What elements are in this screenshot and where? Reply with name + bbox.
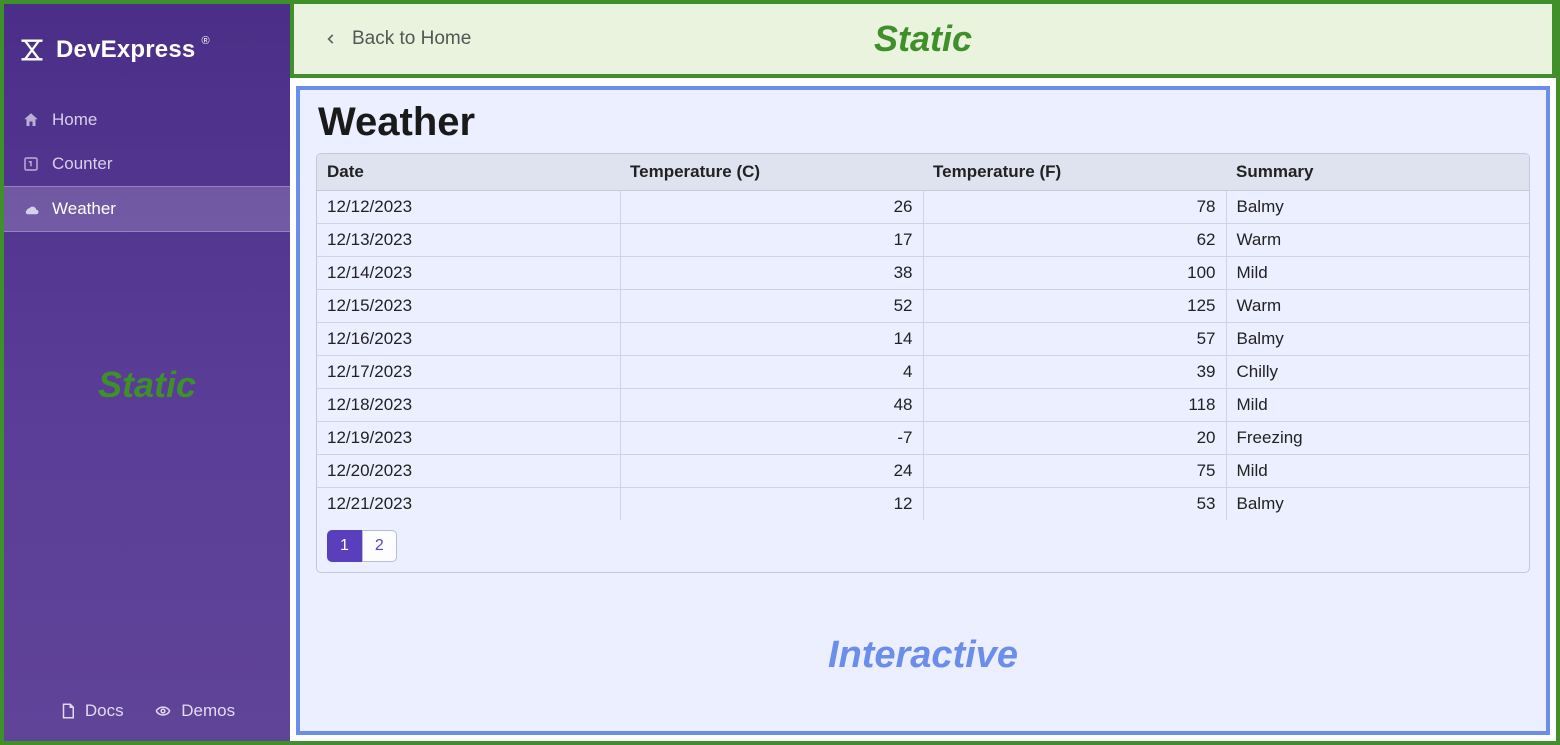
sidebar-bottom-links: Docs Demos [4, 701, 290, 721]
home-icon [22, 111, 40, 129]
cell-temp-f: 75 [923, 455, 1226, 488]
docs-link-label: Docs [85, 701, 124, 721]
demos-icon [153, 702, 173, 720]
sidebar-nav: Home Counter Weather [4, 98, 290, 232]
weather-icon [22, 200, 40, 218]
back-to-home-link[interactable]: Back to Home [324, 28, 471, 50]
pager: 12 [327, 530, 1529, 562]
cell-date: 12/12/2023 [317, 191, 620, 224]
table-row[interactable]: 12/12/20232678Balmy [317, 191, 1529, 224]
sidebar-item-label: Weather [52, 199, 116, 219]
cell-temp-f: 118 [923, 389, 1226, 422]
col-date[interactable]: Date [317, 154, 620, 191]
brand-registered-mark: ® [201, 35, 209, 47]
sidebar-item-label: Counter [52, 154, 112, 174]
counter-icon [22, 155, 40, 173]
cell-date: 12/20/2023 [317, 455, 620, 488]
cell-summary: Warm [1226, 290, 1529, 323]
main-panel: Weather Date Temperature (C) Temperature… [296, 86, 1550, 735]
sidebar: DevExpress ® Home Counter Weather [4, 4, 290, 741]
topbar-overlay-label: Static [294, 18, 1552, 60]
cell-temp-c: 17 [620, 224, 923, 257]
cell-summary: Balmy [1226, 488, 1529, 521]
cell-summary: Mild [1226, 389, 1529, 422]
cell-temp-f: 20 [923, 422, 1226, 455]
cell-temp-f: 78 [923, 191, 1226, 224]
topbar: Back to Home Static [290, 4, 1556, 78]
cell-temp-c: 4 [620, 356, 923, 389]
main-overlay-label: Interactive [300, 634, 1546, 677]
cell-date: 12/17/2023 [317, 356, 620, 389]
page-title: Weather [318, 100, 1530, 145]
cell-summary: Balmy [1226, 323, 1529, 356]
cell-summary: Chilly [1226, 356, 1529, 389]
cell-date: 12/21/2023 [317, 488, 620, 521]
cell-temp-f: 53 [923, 488, 1226, 521]
table-row[interactable]: 12/20/20232475Mild [317, 455, 1529, 488]
col-temp-f[interactable]: Temperature (F) [923, 154, 1226, 191]
col-temp-c[interactable]: Temperature (C) [620, 154, 923, 191]
table-row[interactable]: 12/21/20231253Balmy [317, 488, 1529, 521]
cell-summary: Freezing [1226, 422, 1529, 455]
brand-logo: DevExpress ® [4, 4, 290, 98]
cell-date: 12/14/2023 [317, 257, 620, 290]
weather-grid[interactable]: Date Temperature (C) Temperature (F) Sum… [316, 153, 1530, 573]
cell-temp-f: 125 [923, 290, 1226, 323]
table-header-row: Date Temperature (C) Temperature (F) Sum… [317, 154, 1529, 191]
brand-name: DevExpress [56, 36, 195, 64]
cell-temp-f: 100 [923, 257, 1226, 290]
cell-temp-c: 52 [620, 290, 923, 323]
cell-summary: Mild [1226, 455, 1529, 488]
cell-temp-f: 39 [923, 356, 1226, 389]
table-row[interactable]: 12/15/202352125Warm [317, 290, 1529, 323]
cell-temp-c: 26 [620, 191, 923, 224]
cell-date: 12/13/2023 [317, 224, 620, 257]
page-button-2[interactable]: 2 [362, 530, 397, 562]
cell-summary: Mild [1226, 257, 1529, 290]
table-row[interactable]: 12/16/20231457Balmy [317, 323, 1529, 356]
cell-date: 12/15/2023 [317, 290, 620, 323]
sidebar-item-weather[interactable]: Weather [4, 186, 290, 232]
table-row[interactable]: 12/13/20231762Warm [317, 224, 1529, 257]
col-summary[interactable]: Summary [1226, 154, 1529, 191]
cell-temp-c: 38 [620, 257, 923, 290]
chevron-left-icon [324, 30, 338, 48]
cell-temp-c: 24 [620, 455, 923, 488]
cell-date: 12/16/2023 [317, 323, 620, 356]
table-row[interactable]: 12/18/202348118Mild [317, 389, 1529, 422]
cell-date: 12/18/2023 [317, 389, 620, 422]
cell-temp-f: 57 [923, 323, 1226, 356]
table-row[interactable]: 12/14/202338100Mild [317, 257, 1529, 290]
cell-temp-c: 48 [620, 389, 923, 422]
docs-icon [59, 702, 77, 720]
page-button-1[interactable]: 1 [327, 530, 362, 562]
docs-link[interactable]: Docs [59, 701, 124, 721]
cell-temp-c: 12 [620, 488, 923, 521]
cell-date: 12/19/2023 [317, 422, 620, 455]
cell-temp-c: 14 [620, 323, 923, 356]
sidebar-item-home[interactable]: Home [4, 98, 290, 142]
sidebar-overlay-label: Static [4, 364, 290, 406]
table-row[interactable]: 12/17/2023439Chilly [317, 356, 1529, 389]
back-link-label: Back to Home [352, 28, 471, 50]
table-row[interactable]: 12/19/2023-720Freezing [317, 422, 1529, 455]
sidebar-item-label: Home [52, 110, 97, 130]
sidebar-item-counter[interactable]: Counter [4, 142, 290, 186]
brand-glyph-icon [18, 36, 46, 64]
cell-temp-c: -7 [620, 422, 923, 455]
demos-link[interactable]: Demos [153, 701, 235, 721]
cell-summary: Balmy [1226, 191, 1529, 224]
cell-temp-f: 62 [923, 224, 1226, 257]
demos-link-label: Demos [181, 701, 235, 721]
cell-summary: Warm [1226, 224, 1529, 257]
